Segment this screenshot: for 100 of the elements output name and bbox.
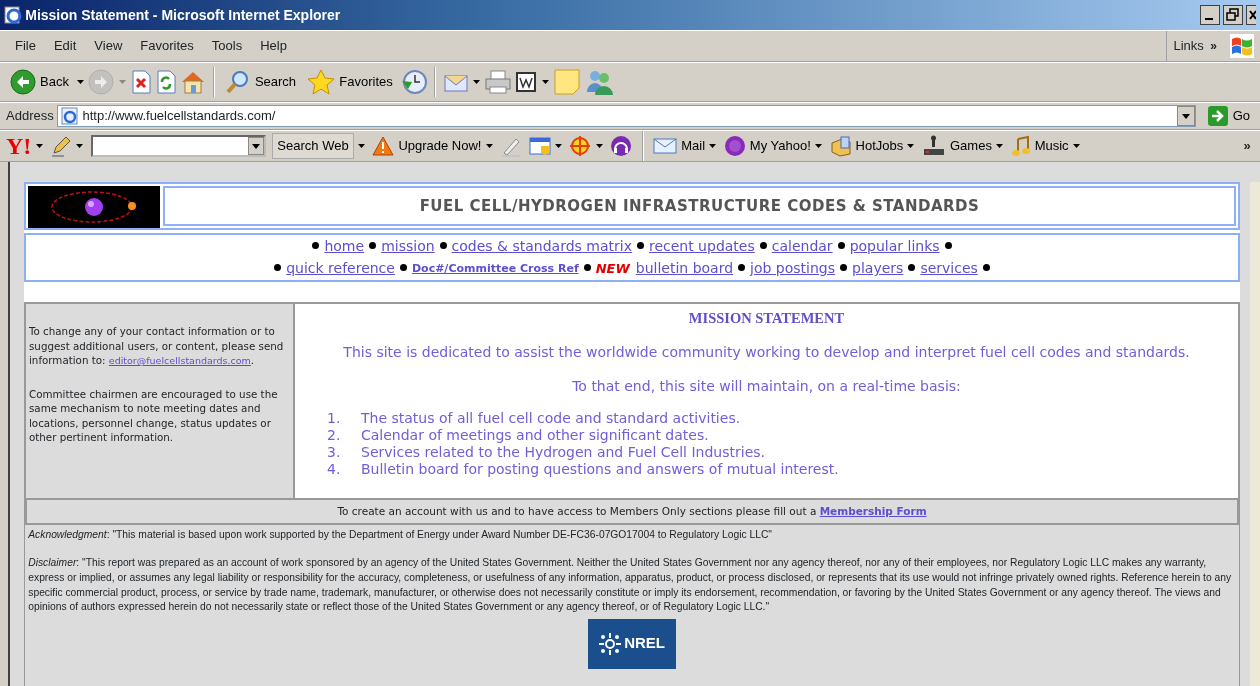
- joystick-icon: [922, 135, 946, 157]
- caret-icon[interactable]: [76, 79, 86, 85]
- headphones-icon[interactable]: [610, 135, 633, 157]
- caret-icon[interactable]: [484, 143, 494, 149]
- restore-icon[interactable]: [1222, 5, 1243, 25]
- address-field[interactable]: http://www.fuelcellstandards.com/: [56, 105, 1197, 127]
- menu-item[interactable]: Tools: [202, 34, 252, 58]
- close-icon[interactable]: [1246, 5, 1256, 25]
- intro-text: This site is dedicated to assist the worldwide community working to develop and interpret fuel cell codes and standards.: [342, 343, 1191, 363]
- games-button[interactable]: Games: [922, 135, 992, 157]
- dropdown-icon[interactable]: [247, 137, 264, 155]
- email-link[interactable]: editor@fuelcellstandards.com: [108, 355, 251, 367]
- nav-link[interactable]: codes & standards matrix: [451, 237, 632, 257]
- arrow-right-icon: [1206, 105, 1229, 127]
- browser-icon: [4, 6, 22, 24]
- nav-link[interactable]: mission: [381, 237, 435, 257]
- address-label: Address: [6, 107, 54, 126]
- caret-icon[interactable]: [540, 79, 550, 85]
- window-icon[interactable]: [528, 136, 551, 156]
- search-button[interactable]: Search: [220, 67, 301, 97]
- myyahoo-button[interactable]: My Yahoo!: [723, 135, 811, 157]
- bullet-icon: [636, 242, 644, 250]
- hotjobs-button[interactable]: HotJobs: [829, 135, 904, 157]
- caret-icon[interactable]: [995, 143, 1005, 149]
- list-number: 3.: [327, 444, 342, 462]
- history-icon[interactable]: [400, 69, 429, 95]
- search-web-button[interactable]: Search Web: [272, 133, 354, 159]
- address-url: http://www.fuelcellstandards.com/: [82, 107, 276, 126]
- site-title: FUEL CELL/HYDROGEN INFRASTRUCTURE CODES & STANDARDS: [419, 197, 980, 215]
- search-field[interactable]: [90, 135, 266, 157]
- caret-icon[interactable]: [34, 143, 44, 149]
- minimize-icon[interactable]: [1199, 5, 1220, 25]
- bullet-icon: [944, 242, 952, 250]
- caret-icon[interactable]: [1071, 143, 1081, 149]
- back-button[interactable]: Back: [6, 67, 73, 97]
- acknowledgment-text: Acknowledgment: "This material is based upon work supported by the Department of Energy under Award Number DE-FC36-07GO17004 to Regulatory Logic LLC": [27, 527, 773, 542]
- nav-link[interactable]: players: [852, 259, 904, 279]
- menu-item[interactable]: Favorites: [131, 34, 203, 58]
- list-item: Calendar of meetings and other significant dates.: [361, 427, 709, 445]
- menu-item[interactable]: Edit: [44, 34, 86, 58]
- windows-flag-icon: [1230, 34, 1254, 58]
- caret-icon[interactable]: [554, 143, 563, 149]
- bullet-icon: [369, 242, 377, 250]
- nav-link[interactable]: recent updates: [648, 237, 755, 257]
- favorites-button[interactable]: Favorites: [303, 67, 397, 97]
- nav-link[interactable]: services: [920, 259, 978, 279]
- box-icon: [829, 135, 852, 157]
- caret-icon[interactable]: [356, 143, 366, 149]
- contact-note: To change any of your contact information or to suggest additional users, or content, please send information to: editor@fuelcellstandards.com.: [29, 324, 285, 368]
- nav-link[interactable]: Doc#/Committee Cross Ref: [411, 259, 579, 279]
- search-icon: [224, 69, 251, 95]
- stop-icon[interactable]: [129, 70, 152, 94]
- window-title: Mission Statement - Microsoft Internet Explorer: [25, 5, 341, 25]
- bullet-icon: [908, 264, 916, 272]
- bullet-icon: [583, 264, 591, 272]
- nav-link[interactable]: home: [324, 237, 365, 257]
- bullet-icon: [738, 264, 746, 272]
- caret-icon[interactable]: [814, 143, 824, 149]
- links-button[interactable]: Links: [1173, 36, 1204, 56]
- bullet-icon: [274, 264, 282, 272]
- nav-link[interactable]: popular links: [849, 237, 940, 257]
- sunburst-icon: [598, 632, 621, 655]
- refresh-icon[interactable]: [155, 70, 178, 94]
- list-item: Bulletin board for posting questions and answers of mutual interest.: [361, 461, 839, 479]
- go-button[interactable]: Go: [1202, 103, 1254, 129]
- new-label: NEW: [595, 260, 630, 279]
- menu-item[interactable]: Help: [251, 34, 296, 58]
- nav-link[interactable]: calendar: [771, 237, 833, 257]
- document-icon[interactable]: [515, 71, 538, 93]
- menu-item[interactable]: View: [85, 34, 132, 58]
- list-number: 4.: [327, 461, 342, 479]
- pencil-icon[interactable]: [50, 135, 73, 157]
- upgrade-button[interactable]: Upgrade Now!: [372, 136, 482, 156]
- nrel-logo[interactable]: NREL: [588, 618, 676, 669]
- mail-button[interactable]: Mail: [653, 136, 706, 156]
- music-note-icon: [1010, 135, 1031, 157]
- more-button[interactable]: »: [1243, 136, 1254, 156]
- dropdown-icon[interactable]: [1177, 106, 1196, 126]
- caret-icon[interactable]: [906, 143, 916, 149]
- nav-link[interactable]: bulletin board: [635, 259, 734, 279]
- logo-text: NREL: [624, 633, 666, 654]
- more-links-button[interactable]: »: [1210, 37, 1224, 55]
- nav-link[interactable]: job postings: [750, 259, 836, 279]
- music-button[interactable]: Music: [1010, 135, 1069, 157]
- menu-item[interactable]: File: [6, 34, 45, 58]
- membership-link[interactable]: Membership Form: [819, 504, 927, 517]
- section-heading: MISSION STATEMENT: [687, 308, 846, 328]
- bullet-icon: [759, 242, 767, 250]
- nav-link[interactable]: quick reference: [286, 259, 395, 279]
- star-icon: [307, 69, 336, 95]
- bullet-icon: [399, 264, 407, 272]
- membership-note: To create an account with us and to have access to Members Only sections please fill out a Membership Form: [337, 504, 927, 517]
- ie-page-icon: [61, 107, 80, 125]
- caret-icon[interactable]: [471, 79, 481, 85]
- bullet-icon: [312, 242, 320, 250]
- caret-icon[interactable]: [708, 143, 718, 149]
- caret-icon[interactable]: [594, 143, 604, 149]
- list-number: 2.: [327, 427, 342, 445]
- caret-icon[interactable]: [75, 143, 85, 149]
- bullet-icon: [982, 264, 990, 272]
